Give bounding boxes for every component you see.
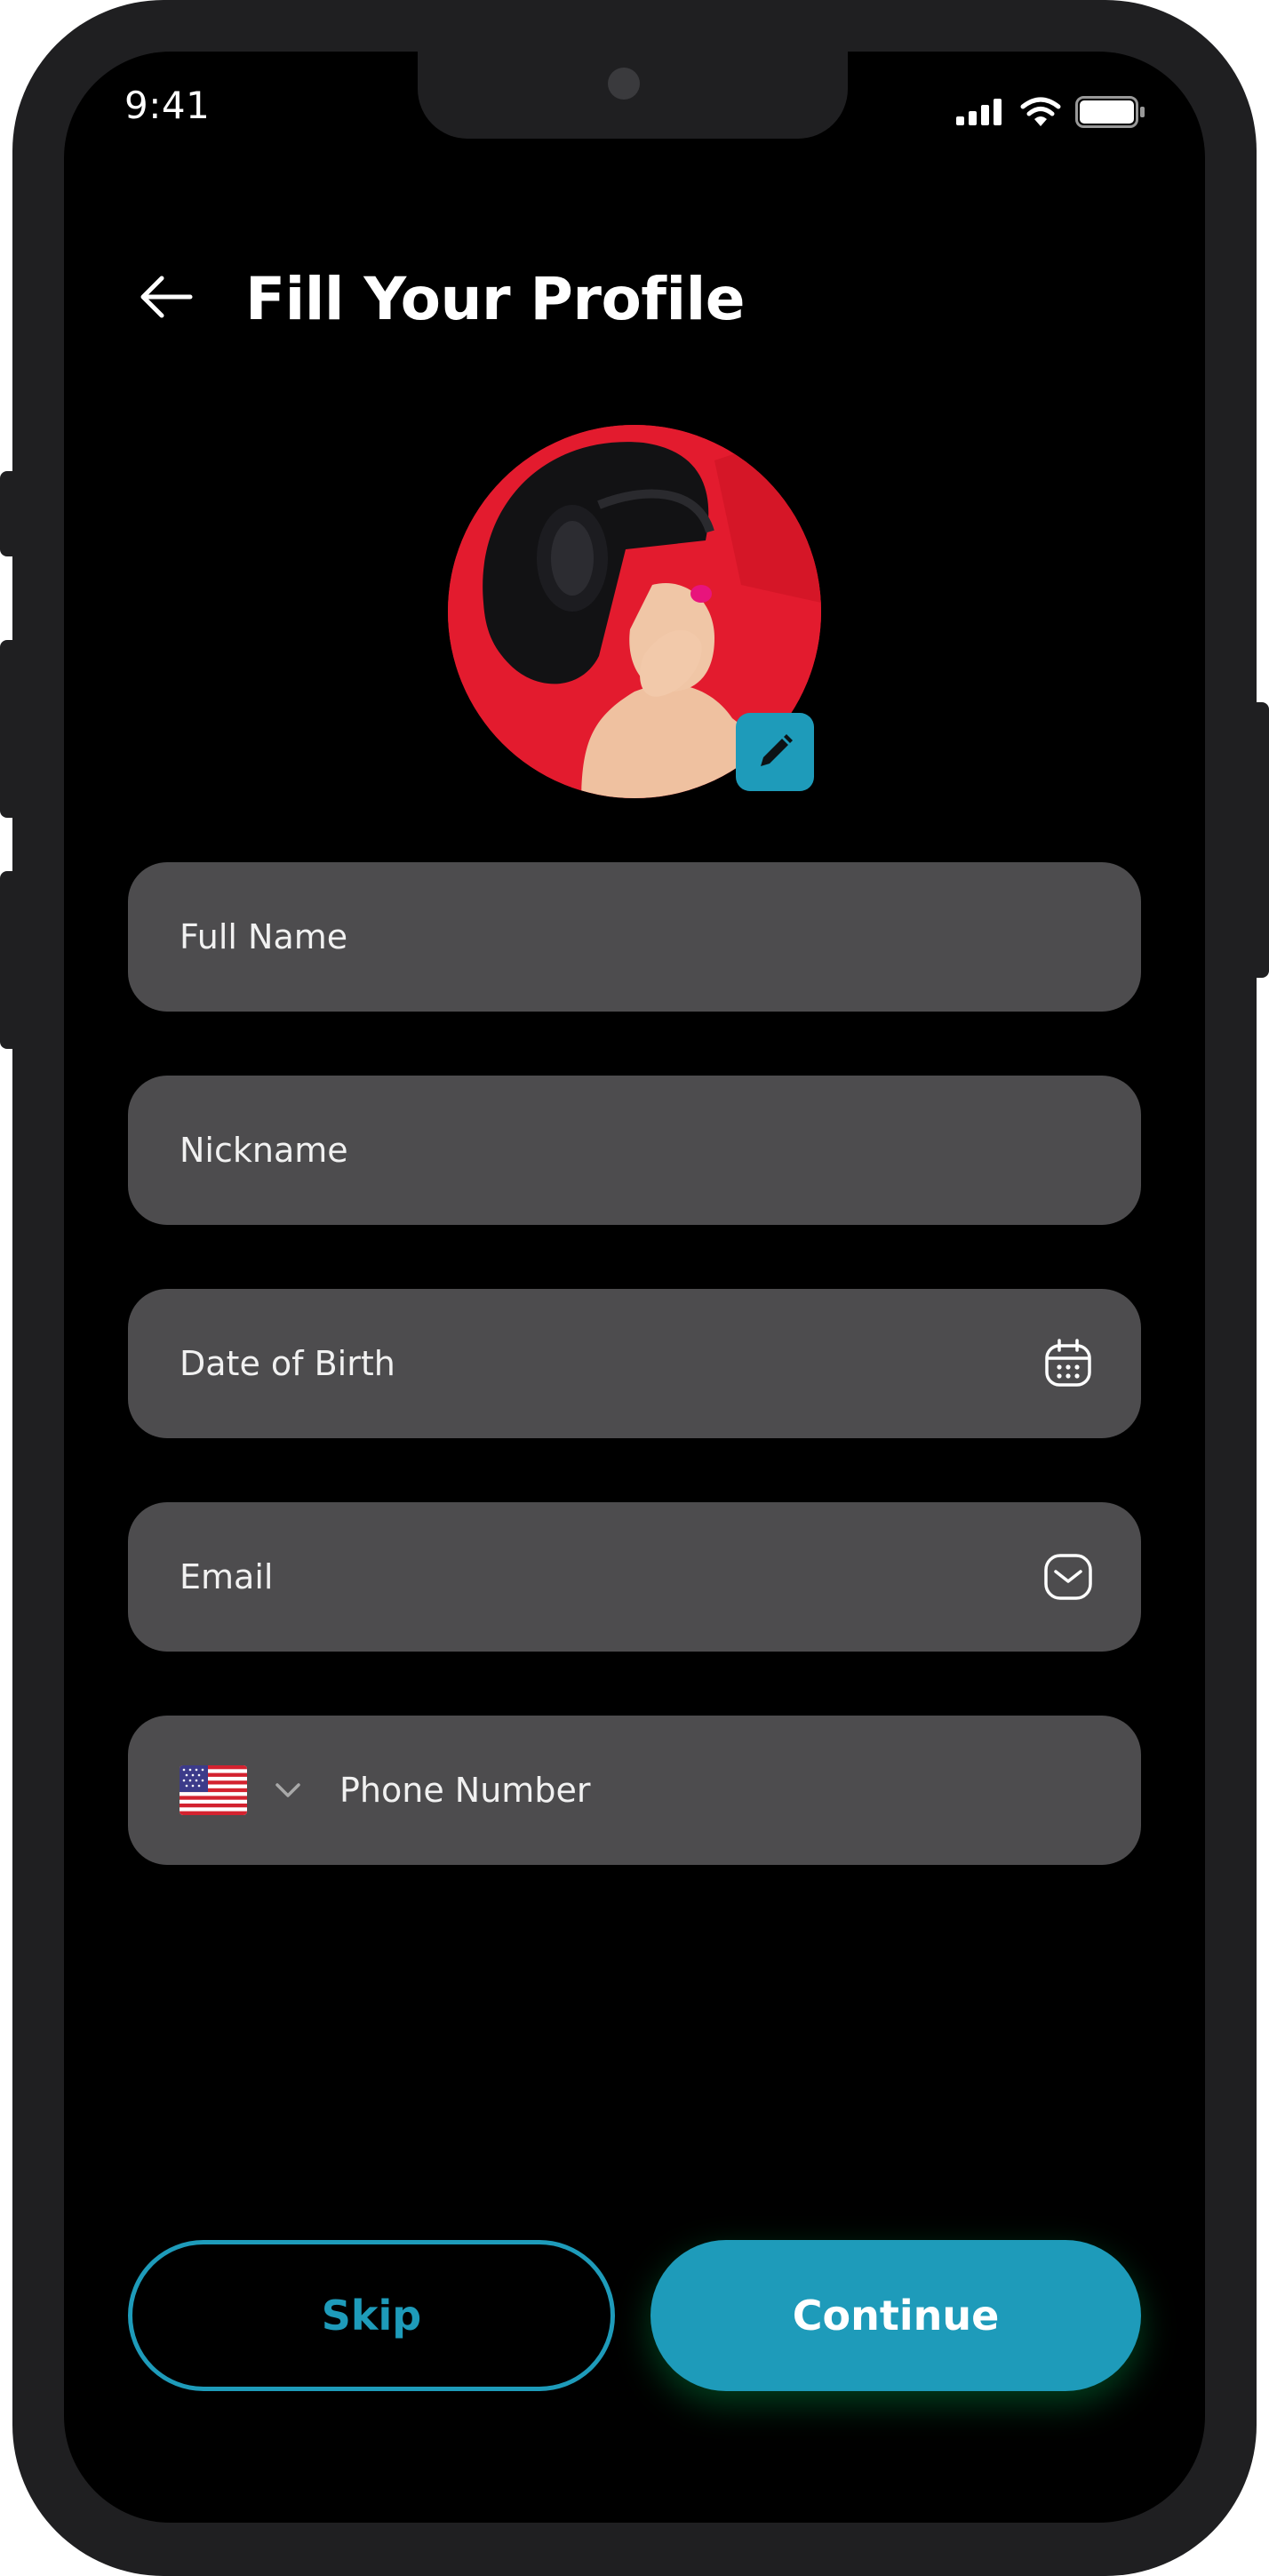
status-icons	[956, 96, 1146, 128]
phone-number-field[interactable]: Phone Number	[128, 1716, 1141, 1865]
side-button-volume-down	[0, 871, 14, 1049]
continue-button[interactable]: Continue	[650, 2240, 1141, 2391]
chevron-down-icon[interactable]	[270, 1772, 306, 1808]
battery-icon	[1075, 96, 1145, 128]
status-time: 9:41	[124, 84, 211, 127]
nickname-placeholder: Nickname	[180, 1131, 348, 1170]
back-button[interactable]	[135, 270, 197, 324]
phone-number-placeholder: Phone Number	[339, 1771, 591, 1810]
signal-icon	[956, 99, 1002, 125]
edit-avatar-button[interactable]	[736, 713, 814, 791]
wifi-icon	[1020, 97, 1061, 126]
skip-button[interactable]: Skip	[128, 2240, 615, 2391]
notch	[418, 52, 848, 139]
side-button-volume-up	[0, 640, 14, 818]
side-button-power	[1255, 702, 1269, 978]
date-of-birth-field[interactable]: Date of Birth	[128, 1289, 1141, 1438]
full-name-placeholder: Full Name	[180, 917, 348, 956]
email-placeholder: Email	[180, 1557, 274, 1596]
nickname-field[interactable]: Nickname	[128, 1076, 1141, 1225]
email-field[interactable]: Email	[128, 1502, 1141, 1652]
side-button-mute	[0, 471, 14, 556]
screen: 9:41 Fill Your Profile Full Name Nicknam…	[64, 52, 1205, 2523]
pencil-icon	[761, 734, 793, 766]
calendar-icon[interactable]	[1042, 1337, 1095, 1390]
mail-icon	[1044, 1554, 1092, 1600]
date-of-birth-placeholder: Date of Birth	[180, 1344, 395, 1383]
page-title: Fill Your Profile	[245, 265, 746, 333]
arrow-left-icon	[140, 276, 193, 318]
full-name-field[interactable]: Full Name	[128, 862, 1141, 1012]
us-flag-icon[interactable]	[180, 1765, 247, 1815]
camera	[608, 68, 640, 100]
